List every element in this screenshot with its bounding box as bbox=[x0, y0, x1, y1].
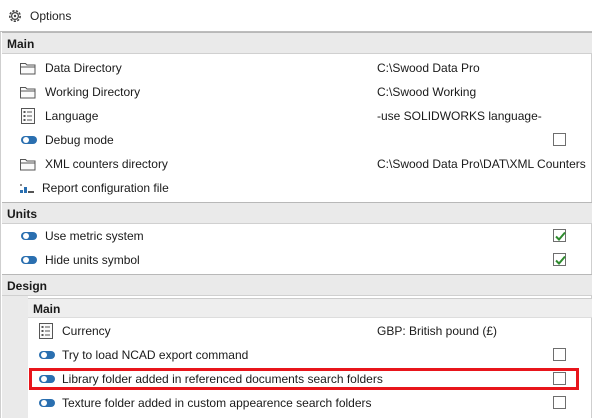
list-icon bbox=[21, 108, 35, 124]
try-load-ncad-export-checkbox[interactable] bbox=[553, 348, 566, 361]
row-label: Debug mode bbox=[45, 133, 114, 147]
toggle-icon bbox=[21, 256, 37, 264]
row-library-folder-search[interactable]: Library folder added in referenced docum… bbox=[1, 367, 591, 391]
row-texture-folder-search[interactable]: Texture folder added in custom appearenc… bbox=[1, 391, 591, 415]
section-header-main[interactable]: Main bbox=[2, 32, 592, 54]
row-value[interactable]: C:\Swood Data Pro\DAT\XML Counters bbox=[377, 157, 586, 171]
row-value[interactable]: -use SOLIDWORKS language- bbox=[377, 109, 542, 123]
use-metric-system-checkbox[interactable] bbox=[553, 229, 566, 242]
row-label: XML counters directory bbox=[45, 157, 168, 171]
row-hide-units-symbol[interactable]: Hide units symbol bbox=[1, 248, 591, 272]
row-label: Report configuration file bbox=[42, 181, 169, 195]
gear-icon bbox=[9, 10, 21, 22]
toggle-icon bbox=[21, 136, 37, 144]
row-use-metric-system[interactable]: Use metric system bbox=[1, 224, 591, 248]
row-value[interactable]: GBP: British pound (£) bbox=[377, 324, 497, 338]
row-data-directory[interactable]: Data Directory C:\Swood Data Pro bbox=[1, 56, 591, 80]
row-debug-mode[interactable]: Debug mode bbox=[1, 128, 591, 152]
row-currency[interactable]: Currency GBP: British pound (£) bbox=[1, 319, 591, 343]
toggle-icon bbox=[39, 351, 55, 359]
checkmark-icon bbox=[555, 255, 566, 265]
row-label: Currency bbox=[62, 324, 111, 338]
row-language[interactable]: Language -use SOLIDWORKS language- bbox=[1, 104, 591, 128]
row-label: Hide units symbol bbox=[45, 253, 140, 267]
row-label: Data Directory bbox=[45, 61, 122, 75]
library-folder-search-checkbox[interactable] bbox=[553, 372, 566, 385]
toggle-icon bbox=[21, 232, 37, 240]
row-label: Use metric system bbox=[45, 229, 144, 243]
row-label: Texture folder added in custom appearenc… bbox=[62, 396, 372, 410]
row-label: Working Directory bbox=[45, 85, 141, 99]
row-xml-counters-directory[interactable]: XML counters directory C:\Swood Data Pro… bbox=[1, 152, 591, 176]
options-grid: Main Data Directory C:\Swood Data Pro Wo… bbox=[0, 32, 592, 418]
folder-icon bbox=[20, 159, 36, 171]
checkmark-icon bbox=[555, 231, 566, 241]
list-icon bbox=[39, 323, 53, 339]
row-working-directory[interactable]: Working Directory C:\Swood Working bbox=[1, 80, 591, 104]
row-value[interactable]: C:\Swood Working bbox=[377, 85, 476, 99]
subsection-header-main[interactable]: Main bbox=[28, 298, 592, 318]
section-header-design[interactable]: Design bbox=[2, 274, 592, 296]
row-label: Library folder added in referenced docum… bbox=[62, 372, 383, 386]
section-header-units[interactable]: Units bbox=[2, 202, 592, 224]
toggle-icon bbox=[39, 375, 55, 383]
hide-units-symbol-checkbox[interactable] bbox=[553, 253, 566, 266]
debug-mode-checkbox[interactable] bbox=[553, 133, 566, 146]
folder-icon bbox=[20, 63, 36, 75]
row-label: Language bbox=[45, 109, 99, 123]
row-label: Try to load NCAD export command bbox=[62, 348, 249, 362]
texture-folder-search-checkbox[interactable] bbox=[553, 396, 566, 409]
toggle-icon bbox=[39, 399, 55, 407]
folder-icon bbox=[20, 87, 36, 99]
row-try-load-ncad-export[interactable]: Try to load NCAD export command bbox=[1, 343, 591, 367]
row-value[interactable]: C:\Swood Data Pro bbox=[377, 61, 480, 75]
row-report-configuration-file[interactable]: Report configuration file bbox=[1, 176, 591, 200]
report-icon bbox=[20, 184, 34, 193]
window-title: Options bbox=[30, 9, 72, 23]
title-bar: Options bbox=[0, 0, 592, 32]
